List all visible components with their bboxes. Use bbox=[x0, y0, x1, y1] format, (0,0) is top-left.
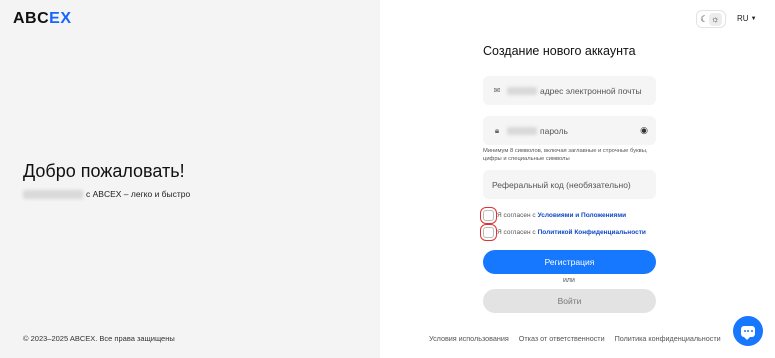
eye-icon[interactable]: ◉ bbox=[640, 125, 648, 136]
or-divider: или bbox=[563, 277, 575, 284]
logo-suffix: EX bbox=[49, 10, 72, 27]
tagline: с ABCEX – легко и быстро bbox=[23, 189, 191, 200]
blurred-text bbox=[507, 86, 537, 95]
password-field[interactable]: 🔒︎ пароль ◉ bbox=[483, 116, 656, 145]
referral-placeholder: Реферальный код (необязательно) bbox=[492, 179, 631, 190]
chat-icon bbox=[741, 325, 755, 340]
moon-icon[interactable]: ☾ bbox=[700, 14, 708, 25]
privacy-checkbox[interactable] bbox=[483, 227, 494, 238]
tagline-text: с ABCEX – легко и быстро bbox=[86, 189, 191, 199]
terms-checkbox[interactable] bbox=[483, 210, 494, 221]
privacy-agreement: Я согласен с Политикой Конфиденциальност… bbox=[483, 227, 646, 238]
disclaimer-link[interactable]: Отказ от ответственности bbox=[519, 334, 605, 343]
password-hint: Минимум 8 символов, включая заглавные и … bbox=[483, 148, 648, 162]
login-button[interactable]: Войти bbox=[483, 289, 656, 313]
privacy-prefix: Я согласен с bbox=[497, 229, 536, 236]
terms-prefix: Я согласен с bbox=[497, 212, 536, 219]
terms-link[interactable]: Условиями и Положениями bbox=[538, 212, 627, 219]
chat-button[interactable] bbox=[733, 316, 763, 346]
email-placeholder: адрес электронной почты bbox=[540, 85, 642, 96]
lock-icon: 🔒︎ bbox=[494, 125, 500, 135]
referral-field[interactable]: Реферальный код (необязательно) bbox=[483, 170, 656, 199]
terms-agreement: Я согласен с Условиями и Положениями bbox=[483, 210, 626, 221]
privacy-link[interactable]: Политикой Конфиденциальности bbox=[538, 229, 646, 236]
theme-toggle[interactable]: ☾ ☼ bbox=[696, 10, 726, 28]
right-panel: ☾ ☼ RU ▼ Создание нового аккаунта ✉ адре… bbox=[380, 0, 775, 358]
register-button[interactable]: Регистрация bbox=[483, 250, 656, 274]
copyright: © 2023–2025 ABCEX. Все права защищены bbox=[23, 334, 175, 343]
language-selector[interactable]: RU ▼ bbox=[737, 14, 757, 23]
password-placeholder: пароль bbox=[540, 125, 568, 136]
email-field[interactable]: ✉ адрес электронной почты bbox=[483, 76, 656, 105]
blurred-text bbox=[23, 190, 83, 200]
welcome-heading: Добро пожаловать! bbox=[23, 161, 185, 181]
mail-icon: ✉ bbox=[493, 86, 501, 95]
terms-of-use-link[interactable]: Условия использования bbox=[429, 334, 509, 343]
sun-icon[interactable]: ☼ bbox=[708, 12, 722, 26]
logo[interactable]: ABCEX bbox=[13, 10, 72, 28]
blurred-text bbox=[507, 126, 537, 135]
privacy-policy-link[interactable]: Политика конфиденциальности bbox=[615, 334, 721, 343]
left-panel: ABCEX Добро пожаловать! с ABCEX – легко … bbox=[0, 0, 380, 358]
chevron-down-icon: ▼ bbox=[750, 15, 757, 22]
logo-prefix: ABC bbox=[13, 10, 50, 27]
form-title: Создание нового аккаунта bbox=[483, 44, 636, 58]
footer-links: Условия использования Отказ от ответстве… bbox=[429, 334, 721, 343]
language-label: RU bbox=[737, 14, 749, 23]
